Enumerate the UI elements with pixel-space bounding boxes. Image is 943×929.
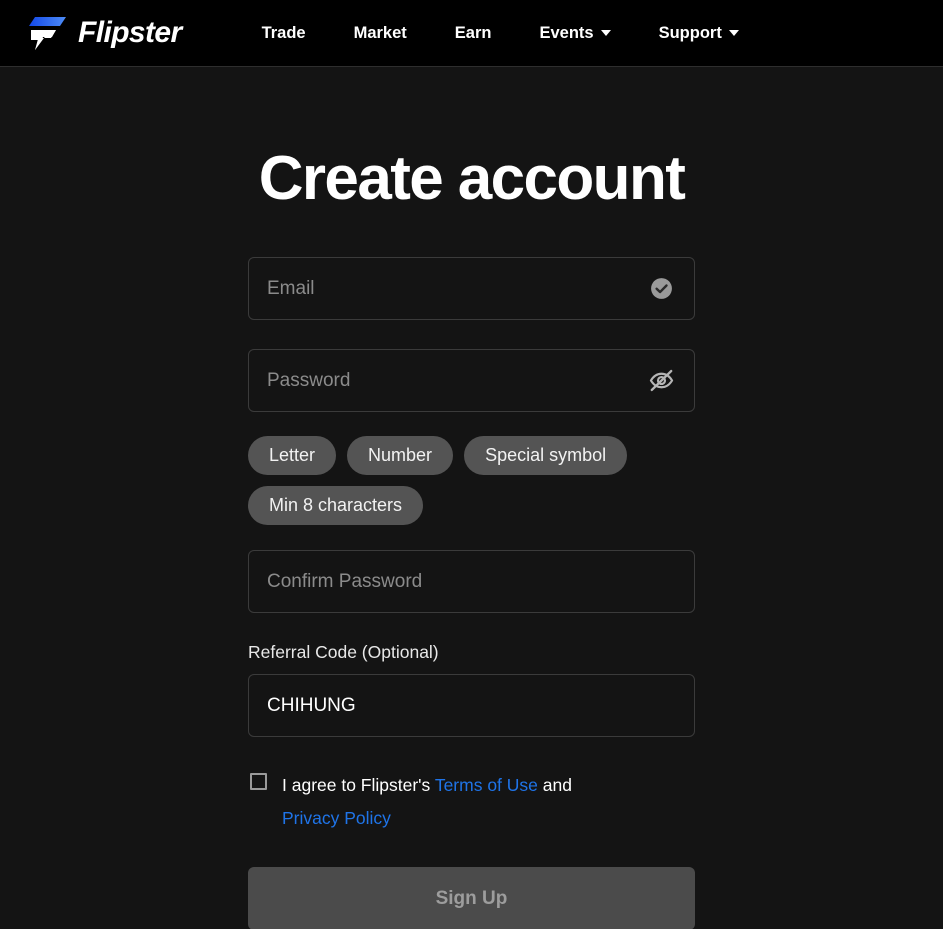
- nav-item-trade[interactable]: Trade: [238, 24, 330, 43]
- password-rule-pill: Min 8 characters: [248, 486, 424, 526]
- password-rule-pill: Number: [347, 436, 454, 476]
- password-field[interactable]: Password: [248, 349, 695, 413]
- main-nav: Trade Market Earn Events Support: [238, 24, 763, 43]
- nav-item-trade-label: Trade: [261, 23, 306, 42]
- referral-code-label: Referral Code (Optional): [248, 642, 439, 663]
- sign-up-button[interactable]: Sign Up: [248, 867, 695, 929]
- password-rule-pill: Special symbol: [464, 436, 628, 476]
- nav-item-earn[interactable]: Earn: [431, 24, 516, 43]
- page-title: Create account: [258, 144, 686, 213]
- terms-agreement: I agree to Flipster's Terms of Use and P…: [248, 769, 695, 835]
- nav-item-events-label: Events: [539, 23, 594, 42]
- signup-form: Email Password Letter Number Special sym…: [248, 214, 695, 929]
- nav-item-events[interactable]: Events: [515, 24, 634, 43]
- terms-checkbox[interactable]: [250, 773, 267, 791]
- terms-of-use-link[interactable]: Terms of Use: [435, 775, 538, 795]
- terms-text: I agree to Flipster's Terms of Use and P…: [282, 769, 600, 835]
- confirm-password-field[interactable]: Confirm Password: [248, 550, 695, 614]
- terms-conjunction: and: [542, 775, 572, 796]
- eye-off-icon[interactable]: [646, 366, 676, 396]
- password-rule-pill: Letter: [248, 436, 337, 476]
- chevron-down-icon: [728, 30, 739, 36]
- chevron-down-icon: [600, 30, 611, 36]
- nav-item-support[interactable]: Support: [635, 24, 763, 43]
- signup-page: Create account Email Password Letter Num…: [0, 67, 943, 929]
- nav-item-market-label: Market: [353, 23, 407, 42]
- email-input-placeholder: Email: [267, 278, 315, 300]
- email-field[interactable]: Email: [248, 257, 695, 321]
- brand-name: Flipster: [78, 16, 182, 49]
- flipster-logo-icon: [29, 17, 66, 50]
- privacy-policy-link[interactable]: Privacy Policy: [282, 808, 391, 828]
- brand-logo[interactable]: Flipster: [26, 14, 182, 52]
- password-input-placeholder: Password: [267, 370, 351, 392]
- referral-code-field[interactable]: CHIHUNG: [248, 674, 695, 738]
- nav-item-market[interactable]: Market: [330, 24, 431, 43]
- referral-code-value: CHIHUNG: [267, 695, 356, 717]
- terms-prefix: I agree to Flipster's: [282, 775, 431, 796]
- password-rules: Letter Number Special symbol Min 8 chara…: [248, 436, 695, 526]
- confirm-password-input-placeholder: Confirm Password: [267, 571, 423, 593]
- check-circle-icon: [646, 274, 676, 304]
- nav-item-earn-label: Earn: [454, 23, 492, 42]
- site-header: Flipster Trade Market Earn Events Suppor…: [0, 0, 943, 67]
- nav-item-support-label: Support: [658, 23, 722, 42]
